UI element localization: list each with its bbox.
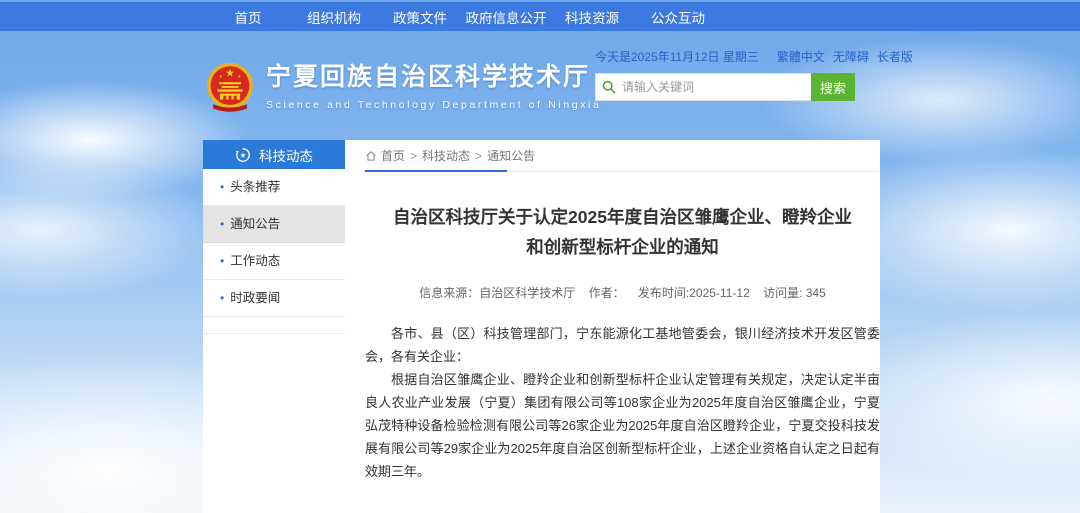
article-main: 首页 > 科技动态 > 通知公告 自治区科技厅关于认定2025年度自治区雏鹰企业、瞪羚企… (365, 140, 880, 513)
sidebar-item-work-news[interactable]: • 工作动态 (203, 243, 345, 280)
meta-publish-time: 发布时间:2025-11-12 (638, 286, 750, 300)
sidebar-item-label: 通知公告 (230, 217, 280, 231)
sidebar-title: 科技动态 (259, 145, 313, 165)
article-title-line1: 自治区科技厅关于认定2025年度自治区雏鹰企业、瞪羚企业 (365, 202, 880, 232)
sidebar-item-label: 头条推荐 (230, 180, 280, 194)
news-circle-star-icon (235, 147, 251, 163)
bullet-icon: • (220, 291, 224, 305)
sidebar-item-label: 工作动态 (230, 254, 280, 268)
site-brand[interactable]: 宁夏回族自治区科学技术厅 Science and Technology Depa… (203, 60, 601, 118)
sidebar-item-label: 时政要闻 (230, 291, 280, 305)
bullet-icon: • (220, 254, 224, 268)
meta-views: 访问量: 345 (763, 286, 826, 300)
sidebar-item-headlines[interactable]: • 头条推荐 (203, 169, 345, 206)
breadcrumb-home[interactable]: 首页 (381, 149, 405, 163)
article-title-line2: 和创新型标杆企业的通知 (365, 232, 880, 262)
link-traditional-chinese[interactable]: 繁體中文 (777, 48, 825, 65)
article-body: 各市、县（区）科技管理部门，宁东能源化工基地管委会，银川经济技术开发区管委会，各… (365, 322, 880, 483)
nav-item-org[interactable]: 组织机构 (291, 7, 377, 27)
nav-item-home[interactable]: 首页 (205, 7, 291, 27)
search-bar: 搜索 (595, 73, 855, 101)
breadcrumb-section[interactable]: 科技动态 (422, 149, 470, 163)
site-title: 宁夏回族自治区科学技术厅 (266, 60, 601, 94)
meta-author: 作者： (589, 286, 625, 300)
nav-item-gov-info[interactable]: 政府信息公开 (463, 7, 549, 27)
site-subtitle: Science and Technology Department of Nin… (266, 99, 601, 111)
sidebar-list: • 头条推荐 • 通知公告 • 工作动态 • 时政要闻 (203, 169, 345, 334)
article-meta: 信息来源：自治区科学技术厅 作者： 发布时间:2025-11-12 访问量: 3… (365, 284, 880, 301)
brand-text: 宁夏回族自治区科学技术厅 Science and Technology Depa… (266, 60, 601, 111)
national-emblem-logo (203, 60, 257, 118)
bullet-icon: • (220, 180, 224, 194)
link-elderly-version[interactable]: 长者版 (877, 48, 913, 65)
bullet-icon: • (220, 217, 224, 231)
nav-item-interaction[interactable]: 公众互动 (635, 7, 721, 27)
breadcrumb: 首页 > 科技动态 > 通知公告 (365, 140, 880, 172)
header-right: 今天是2025年11月12日 星期三 繁體中文 无障碍 长者版 搜索 (595, 48, 875, 101)
link-accessibility[interactable]: 无障碍 (833, 48, 869, 65)
breadcrumb-separator: > (410, 149, 417, 163)
date-line: 今天是2025年11月12日 星期三 繁體中文 无障碍 长者版 (595, 48, 875, 65)
search-icon (596, 74, 622, 100)
breadcrumb-separator: > (475, 149, 482, 163)
sidebar-header: 科技动态 (203, 140, 345, 169)
article-title: 自治区科技厅关于认定2025年度自治区雏鹰企业、瞪羚企业 和创新型标杆企业的通知 (365, 202, 880, 262)
sidebar-item-politics-news[interactable]: • 时政要闻 (203, 280, 345, 317)
top-navigation: 首页 组织机构 政策文件 政府信息公开 科技资源 公众互动 (0, 2, 1080, 31)
nav-item-policy[interactable]: 政策文件 (377, 7, 463, 27)
home-icon (365, 150, 377, 162)
article-paragraph: 各市、县（区）科技管理部门，宁东能源化工基地管委会，银川经济技术开发区管委会，各… (365, 322, 880, 368)
content-wrapper: 科技动态 • 头条推荐 • 通知公告 • 工作动态 • 时政要闻 首页 > 科技动态 > 通知公… (203, 140, 880, 513)
search-button[interactable]: 搜索 (811, 73, 855, 101)
breadcrumb-current[interactable]: 通知公告 (487, 149, 535, 163)
current-date: 今天是2025年11月12日 星期三 (595, 48, 759, 65)
sidebar-item-notices[interactable]: • 通知公告 (203, 206, 345, 243)
nav-menu: 首页 组织机构 政策文件 政府信息公开 科技资源 公众互动 (205, 7, 721, 27)
search-input[interactable] (622, 74, 811, 100)
meta-source: 信息来源：自治区科学技术厅 (419, 286, 575, 300)
nav-item-resources[interactable]: 科技资源 (549, 7, 635, 27)
sidebar: 科技动态 • 头条推荐 • 通知公告 • 工作动态 • 时政要闻 (203, 140, 345, 334)
article-paragraph: 根据自治区雏鹰企业、瞪羚企业和创新型标杆企业认定管理有关规定，决定认定半亩良人农… (365, 368, 880, 483)
